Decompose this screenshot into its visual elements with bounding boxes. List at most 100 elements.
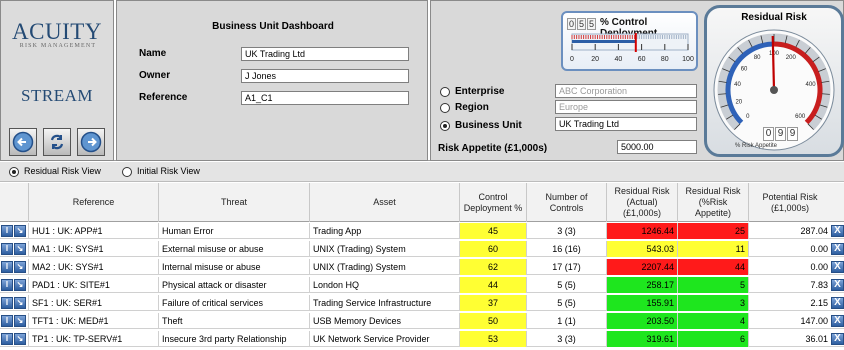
risk-tick-label: 60 bbox=[741, 66, 748, 72]
cell-asset: UK Network Service Provider bbox=[309, 331, 459, 347]
cell-control-deployment: 37 bbox=[459, 295, 526, 311]
row-edit-button[interactable]: I bbox=[1, 297, 13, 309]
row-expand-button[interactable]: ↘ bbox=[14, 297, 26, 309]
risk-digit-1: 0 bbox=[763, 127, 774, 141]
acuity-logo: ACUITY bbox=[12, 19, 102, 44]
name-field[interactable]: UK Trading Ltd bbox=[241, 47, 409, 61]
table-row[interactable]: I ↘ HU1 : UK: APP#1 Human Error Trading App 4… bbox=[0, 223, 844, 239]
cell-residual-pct: 25 bbox=[677, 223, 748, 239]
logo-panel: ACUITY RISK MANAGEMENT STREAM bbox=[0, 0, 114, 161]
cell-potential-risk: 0.00 bbox=[748, 241, 831, 257]
header-control-deployment[interactable]: Control Deployment % bbox=[459, 183, 526, 222]
header-residual-actual[interactable]: Residual Risk (Actual) (£1,000s) bbox=[606, 183, 677, 222]
dashboard-title: Business Unit Dashboard bbox=[212, 21, 334, 32]
control-digit-2: 5 bbox=[577, 18, 586, 30]
row-edit-button[interactable]: I bbox=[1, 279, 13, 291]
row-edit-button[interactable]: I bbox=[1, 261, 13, 273]
reference-field[interactable]: A1_C1 bbox=[241, 91, 409, 105]
control-tick-label: 80 bbox=[660, 56, 669, 63]
table-header: Reference Threat Asset Control Deploymen… bbox=[0, 183, 844, 222]
header-number-of-controls[interactable]: Number of Controls bbox=[526, 183, 606, 222]
cell-reference: TFT1 : UK: MED#1 bbox=[28, 313, 158, 329]
business-unit-radio[interactable] bbox=[440, 121, 450, 131]
header-actions bbox=[0, 183, 28, 222]
cell-residual-pct: 11 bbox=[677, 241, 748, 257]
enterprise-radio[interactable] bbox=[440, 87, 450, 97]
header-reference[interactable]: Reference bbox=[28, 183, 158, 222]
cell-reference: MA2 : UK: SYS#1 bbox=[28, 259, 158, 275]
row-delete-button[interactable]: X bbox=[831, 261, 844, 273]
residual-risk-dial: Residual Risk 0 20 40 60 80 100 200 400 600 bbox=[713, 12, 835, 151]
control-deployment-gauge: 0 5 5 % Control Deployment 020406080100 bbox=[561, 11, 698, 71]
scope-panel: Enterprise ABC Corporation Region Europe… bbox=[430, 0, 844, 161]
initial-view-radio[interactable] bbox=[122, 167, 132, 177]
row-delete-button[interactable]: X bbox=[831, 279, 844, 291]
row-expand-button[interactable]: ↘ bbox=[14, 225, 26, 237]
row-delete-button[interactable]: X bbox=[831, 315, 844, 327]
row-delete-button[interactable]: X bbox=[831, 333, 844, 345]
risk-tick-label: 600 bbox=[795, 114, 806, 120]
row-edit-button[interactable]: I bbox=[1, 225, 13, 237]
owner-field[interactable]: J Jones bbox=[241, 69, 409, 83]
row-edit-button[interactable]: I bbox=[1, 333, 13, 345]
header-potential-risk[interactable]: Potential Risk (£1,000s) bbox=[748, 183, 831, 222]
residual-view-label: Residual Risk View bbox=[24, 166, 101, 176]
table-row[interactable]: I ↘ MA1 : UK: SYS#1 External misuse or abus… bbox=[0, 241, 844, 257]
header-area: ACUITY RISK MANAGEMENT STREAM Business U… bbox=[0, 0, 844, 161]
header-asset[interactable]: Asset bbox=[309, 183, 459, 222]
refresh-button[interactable] bbox=[43, 128, 71, 156]
table-row[interactable]: I ↘ SF1 : UK: SER#1 Failure of critical ser… bbox=[0, 295, 844, 311]
row-delete-button[interactable]: X bbox=[831, 225, 844, 237]
cell-reference: SF1 : UK: SER#1 bbox=[28, 295, 158, 311]
row-expand-button[interactable]: ↘ bbox=[14, 261, 26, 273]
risk-appetite-field[interactable]: 5000.00 bbox=[617, 140, 697, 154]
control-tick-label: 20 bbox=[591, 56, 600, 63]
risk-tick-label: 200 bbox=[786, 55, 797, 61]
business-unit-field[interactable]: UK Trading Ltd bbox=[555, 117, 697, 131]
arrow-left-icon bbox=[12, 131, 34, 153]
enterprise-label: Enterprise bbox=[455, 86, 505, 97]
cell-residual-pct: 4 bbox=[677, 313, 748, 329]
cell-number-of-controls: 17 (17) bbox=[526, 259, 606, 275]
table-row[interactable]: I ↘ TFT1 : UK: MED#1 Theft USB Memory Device… bbox=[0, 313, 844, 329]
header-residual-pct[interactable]: Residual Risk (%Risk Appetite) bbox=[677, 183, 748, 222]
control-digit-3: 5 bbox=[587, 18, 596, 30]
header-threat[interactable]: Threat bbox=[158, 183, 309, 222]
table-row[interactable]: I ↘ PAD1 : UK: SITE#1 Physical attack or di… bbox=[0, 277, 844, 293]
row-delete-button[interactable]: X bbox=[831, 297, 844, 309]
cell-residual-actual: 1246.44 bbox=[606, 223, 677, 239]
cell-threat: Insecure 3rd party Relationship bbox=[158, 331, 309, 347]
cell-potential-risk: 7.83 bbox=[748, 277, 831, 293]
table-row[interactable]: I ↘ TP1 : UK: TP-SERV#1 Insecure 3rd party … bbox=[0, 331, 844, 347]
business-unit-panel: Business Unit Dashboard Name UK Trading … bbox=[116, 0, 428, 161]
residual-view-radio[interactable] bbox=[9, 167, 19, 177]
row-expand-button[interactable]: ↘ bbox=[14, 315, 26, 327]
table-row[interactable]: I ↘ MA2 : UK: SYS#1 Internal misuse or abus… bbox=[0, 259, 844, 275]
row-edit-button[interactable]: I bbox=[1, 243, 13, 255]
cell-asset: UNIX (Trading) System bbox=[309, 259, 459, 275]
cell-control-deployment: 44 bbox=[459, 277, 526, 293]
region-label: Region bbox=[455, 102, 489, 113]
cell-residual-actual: 543.03 bbox=[606, 241, 677, 257]
cell-control-deployment: 60 bbox=[459, 241, 526, 257]
logo-tagline: RISK MANAGEMENT bbox=[19, 43, 97, 49]
forward-button[interactable] bbox=[77, 128, 105, 156]
back-button[interactable] bbox=[9, 128, 37, 156]
cell-residual-pct: 6 bbox=[677, 331, 748, 347]
cell-residual-actual: 319.61 bbox=[606, 331, 677, 347]
risk-gauge-title: Residual Risk bbox=[741, 12, 807, 23]
cell-control-deployment: 62 bbox=[459, 259, 526, 275]
risk-tick-label: 100 bbox=[769, 51, 780, 57]
risk-tick-label: 400 bbox=[806, 82, 817, 88]
row-edit-button[interactable]: I bbox=[1, 315, 13, 327]
row-expand-button[interactable]: ↘ bbox=[14, 333, 26, 345]
cell-threat: Human Error bbox=[158, 223, 309, 239]
view-filter-bar: Residual Risk View Initial Risk View bbox=[0, 162, 844, 182]
risk-gauge-caption: % Risk Appetite bbox=[735, 143, 778, 149]
row-expand-button[interactable]: ↘ bbox=[14, 279, 26, 291]
initial-view-label: Initial Risk View bbox=[137, 166, 200, 176]
control-tick-label: 0 bbox=[570, 56, 574, 63]
row-delete-button[interactable]: X bbox=[831, 243, 844, 255]
row-expand-button[interactable]: ↘ bbox=[14, 243, 26, 255]
region-radio[interactable] bbox=[440, 103, 450, 113]
